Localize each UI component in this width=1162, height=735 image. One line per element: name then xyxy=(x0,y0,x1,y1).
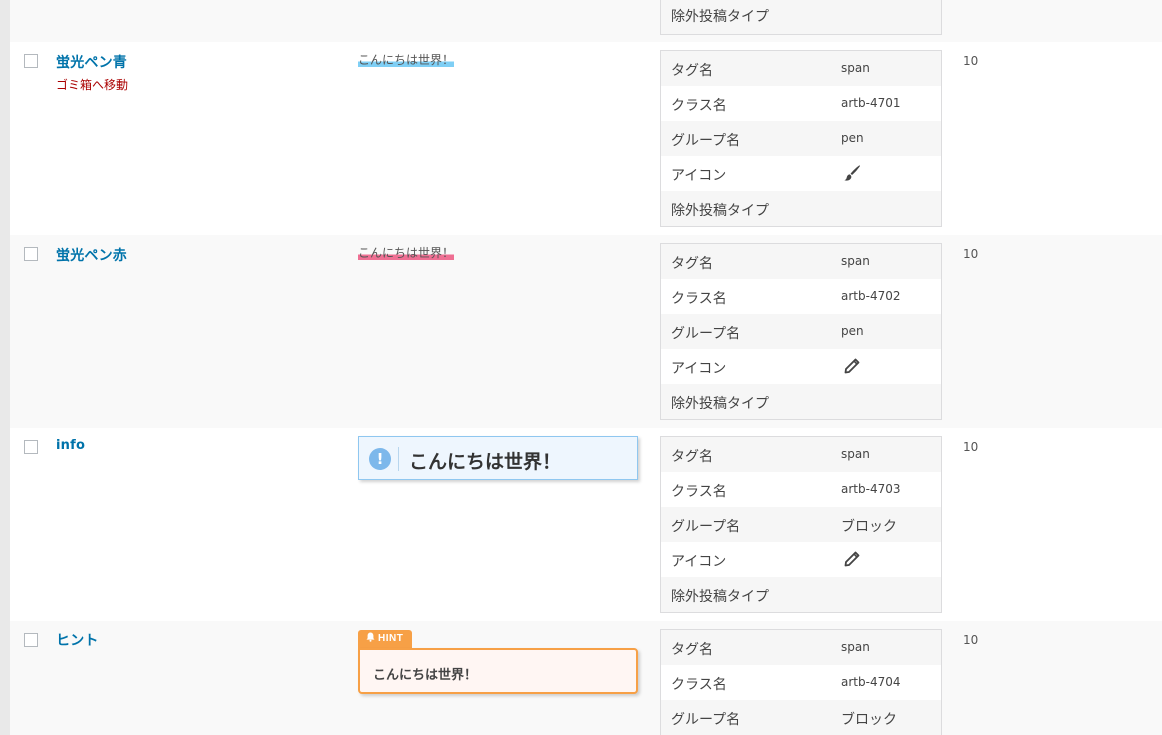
prop-label-group: グループ名 xyxy=(671,519,741,535)
prop-row-exclude: 除外投稿タイプ xyxy=(661,191,941,226)
usage-count: 10 xyxy=(963,54,979,68)
table-row: 蛍光ペン青 ゴミ箱へ移動 こんにちは世界！ タグ名 span クラス名 artb… xyxy=(10,42,1162,235)
bell-icon xyxy=(366,632,375,642)
prop-label-exclude: 除外投稿タイプ xyxy=(671,589,769,605)
properties-table: 除外投稿タイプ xyxy=(660,0,942,35)
prop-value-class: artb-4701 xyxy=(841,96,901,110)
row-title-link[interactable]: 蛍光ペン青 xyxy=(56,52,127,72)
usage-count: 10 xyxy=(963,440,979,454)
prop-row-class: クラス名 artb-4702 xyxy=(661,279,941,314)
hint-badge-label: HINT xyxy=(378,633,404,644)
prop-value-group: ブロック xyxy=(841,712,897,728)
usage-count: 10 xyxy=(963,633,979,647)
properties-table: タグ名 span クラス名 artb-4703 グループ名 ブロック アイコン … xyxy=(660,436,942,613)
prop-label-group: グループ名 xyxy=(671,133,741,149)
prop-label-exclude: 除外投稿タイプ xyxy=(671,203,769,219)
prop-value-class: artb-4702 xyxy=(841,289,901,303)
prop-label-tag: タグ名 xyxy=(671,256,713,272)
trash-link[interactable]: ゴミ箱へ移動 xyxy=(56,76,128,93)
prop-row-icon: アイコン xyxy=(661,156,941,191)
table-row: info ! こんにちは世界！ タグ名 span クラス名 artb-4703 … xyxy=(10,428,1162,621)
admin-left-rail xyxy=(0,0,10,735)
preview-hint-box: こんにちは世界！ xyxy=(358,648,638,694)
prop-value-tag: span xyxy=(841,447,870,461)
prop-value-class: artb-4703 xyxy=(841,482,901,496)
prop-row-group: グループ名 ブロック xyxy=(661,507,941,542)
prop-row-tag: タグ名 span xyxy=(661,437,941,472)
preview-text: こんにちは世界！ xyxy=(409,451,562,473)
prop-label-class: クラス名 xyxy=(671,98,727,114)
usage-count: 10 xyxy=(963,247,979,261)
table-row: ヒント HINT こんにちは世界！ タグ名 span クラス名 artb-470… xyxy=(10,621,1162,735)
prop-row-tag: タグ名 span xyxy=(661,244,941,279)
prop-label-exclude: 除外投稿タイプ xyxy=(671,9,769,25)
pencil-icon xyxy=(844,551,860,567)
table-row: 除外投稿タイプ xyxy=(10,0,1162,42)
prop-value-group: pen xyxy=(841,324,864,338)
pencil-icon xyxy=(844,358,860,374)
prop-label-tag: タグ名 xyxy=(671,449,713,465)
preview-highlight-red: こんにちは世界！ xyxy=(358,246,455,260)
prop-row-exclude: 除外投稿タイプ xyxy=(661,384,941,419)
hint-badge: HINT xyxy=(358,630,413,648)
prop-value-group: ブロック xyxy=(841,519,897,535)
row-title-link[interactable]: ヒント xyxy=(56,630,99,650)
prop-label-class: クラス名 xyxy=(671,677,727,693)
preview-highlight-blue: こんにちは世界！ xyxy=(358,53,455,67)
prop-row-group: グループ名 pen xyxy=(661,121,941,156)
prop-row-icon: アイコン xyxy=(661,542,941,577)
prop-value-tag: span xyxy=(841,61,870,75)
prop-row-tag: タグ名 span xyxy=(661,51,941,86)
prop-label-class: クラス名 xyxy=(671,484,727,500)
prop-row-icon: アイコン xyxy=(661,349,941,384)
prop-row-class: クラス名 artb-4703 xyxy=(661,472,941,507)
prop-row-class: クラス名 artb-4701 xyxy=(661,86,941,121)
preview-text: こんにちは世界！ xyxy=(373,668,478,683)
row-checkbox[interactable] xyxy=(24,54,38,68)
prop-label-tag: タグ名 xyxy=(671,642,713,658)
prop-label-icon: アイコン xyxy=(671,554,727,570)
row-checkbox[interactable] xyxy=(24,633,38,647)
prop-label-group: グループ名 xyxy=(671,712,741,728)
prop-value-group: pen xyxy=(841,131,864,145)
prop-label-tag: タグ名 xyxy=(671,63,713,79)
preview-info-box: ! こんにちは世界！ xyxy=(358,436,638,480)
prop-label-exclude: 除外投稿タイプ xyxy=(671,396,769,412)
properties-table: タグ名 span クラス名 artb-4704 グループ名 ブロック xyxy=(660,629,942,735)
prop-row-tag: タグ名 span xyxy=(661,630,941,665)
table-row: 蛍光ペン赤 こんにちは世界！ タグ名 span クラス名 artb-4702 グ… xyxy=(10,235,1162,428)
prop-label-group: グループ名 xyxy=(671,326,741,342)
posts-list-table: 除外投稿タイプ 蛍光ペン青 ゴミ箱へ移動 こんにちは世界！ タグ名 span ク… xyxy=(10,0,1162,735)
properties-table: タグ名 span クラス名 artb-4701 グループ名 pen アイコン 除… xyxy=(660,50,942,227)
prop-value-tag: span xyxy=(841,640,870,654)
row-checkbox[interactable] xyxy=(24,247,38,261)
prop-row-group: グループ名 ブロック xyxy=(661,700,941,735)
prop-label-icon: アイコン xyxy=(671,168,727,184)
paintbrush-icon xyxy=(844,165,860,181)
prop-label-icon: アイコン xyxy=(671,361,727,377)
prop-row-group: グループ名 pen xyxy=(661,314,941,349)
row-title-link[interactable]: 蛍光ペン赤 xyxy=(56,245,127,265)
exclamation-icon: ! xyxy=(369,448,391,470)
prop-row-exclude: 除外投稿タイプ xyxy=(661,0,941,34)
prop-row-exclude: 除外投稿タイプ xyxy=(661,577,941,612)
prop-value-tag: span xyxy=(841,254,870,268)
row-title-link[interactable]: info xyxy=(56,438,85,453)
properties-table: タグ名 span クラス名 artb-4702 グループ名 pen アイコン 除… xyxy=(660,243,942,420)
prop-value-class: artb-4704 xyxy=(841,675,901,689)
row-checkbox[interactable] xyxy=(24,440,38,454)
prop-label-class: クラス名 xyxy=(671,291,727,307)
prop-row-class: クラス名 artb-4704 xyxy=(661,665,941,700)
divider xyxy=(398,447,399,471)
